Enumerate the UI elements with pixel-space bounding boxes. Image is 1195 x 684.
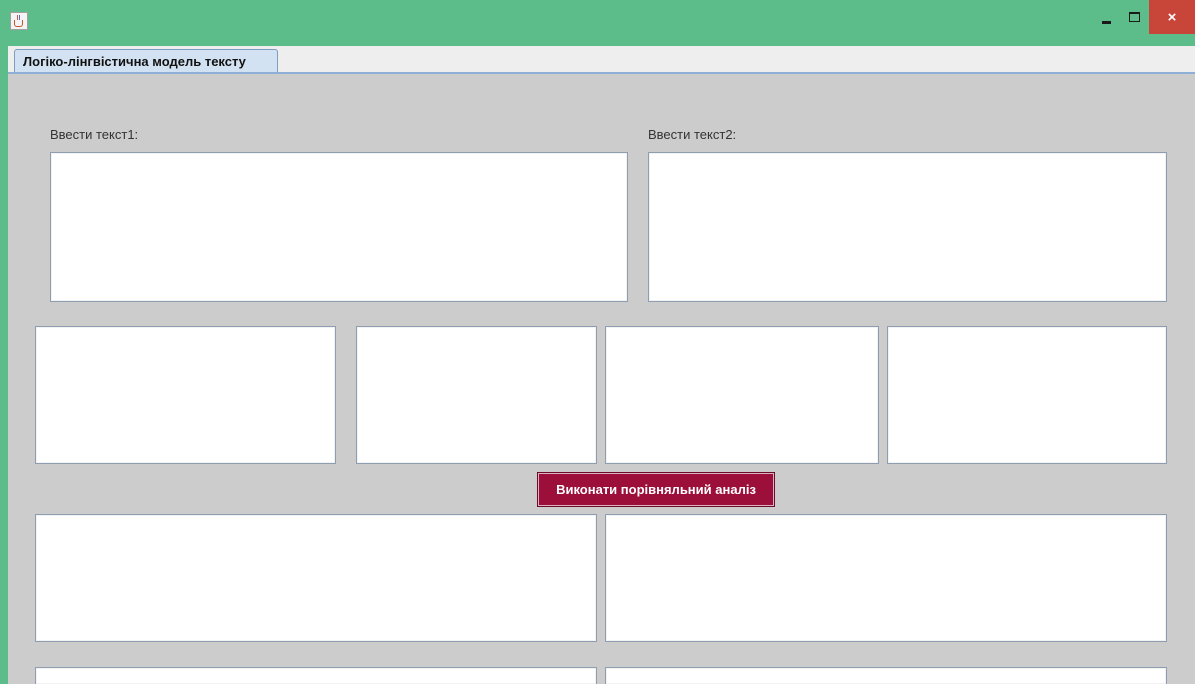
result-output-left[interactable] (35, 514, 597, 642)
analysis-output-1[interactable] (35, 326, 336, 464)
minimize-icon (1101, 20, 1111, 24)
compare-analysis-button[interactable]: Виконати порівняльний аналіз (538, 473, 774, 506)
result-output-bottom-left[interactable] (35, 667, 597, 684)
result-output-right[interactable] (605, 514, 1167, 642)
tab-logic-linguistic-model[interactable]: Логіко-лінгвістична модель тексту (14, 49, 278, 74)
close-button[interactable]: × (1149, 0, 1195, 34)
window-titlebar: × (0, 0, 1195, 46)
tab-strip: Логіко-лінгвістична модель тексту (8, 46, 1195, 74)
analysis-output-3[interactable] (605, 326, 879, 464)
result-output-bottom-right[interactable] (605, 667, 1167, 684)
analysis-output-2[interactable] (356, 326, 597, 464)
minimize-button[interactable] (1093, 0, 1119, 34)
analysis-output-4[interactable] (887, 326, 1167, 464)
text2-label: Ввести текст2: (648, 127, 737, 142)
tab-label: Логіко-лінгвістична модель тексту (23, 54, 246, 69)
close-icon: × (1167, 8, 1177, 26)
window-left-border (0, 46, 8, 684)
maximize-button[interactable] (1121, 0, 1147, 34)
java-app-icon[interactable] (10, 12, 28, 30)
text1-label: Ввести текст1: (50, 127, 139, 142)
text1-input[interactable] (50, 152, 628, 302)
maximize-icon (1128, 12, 1140, 22)
text2-input[interactable] (648, 152, 1167, 302)
